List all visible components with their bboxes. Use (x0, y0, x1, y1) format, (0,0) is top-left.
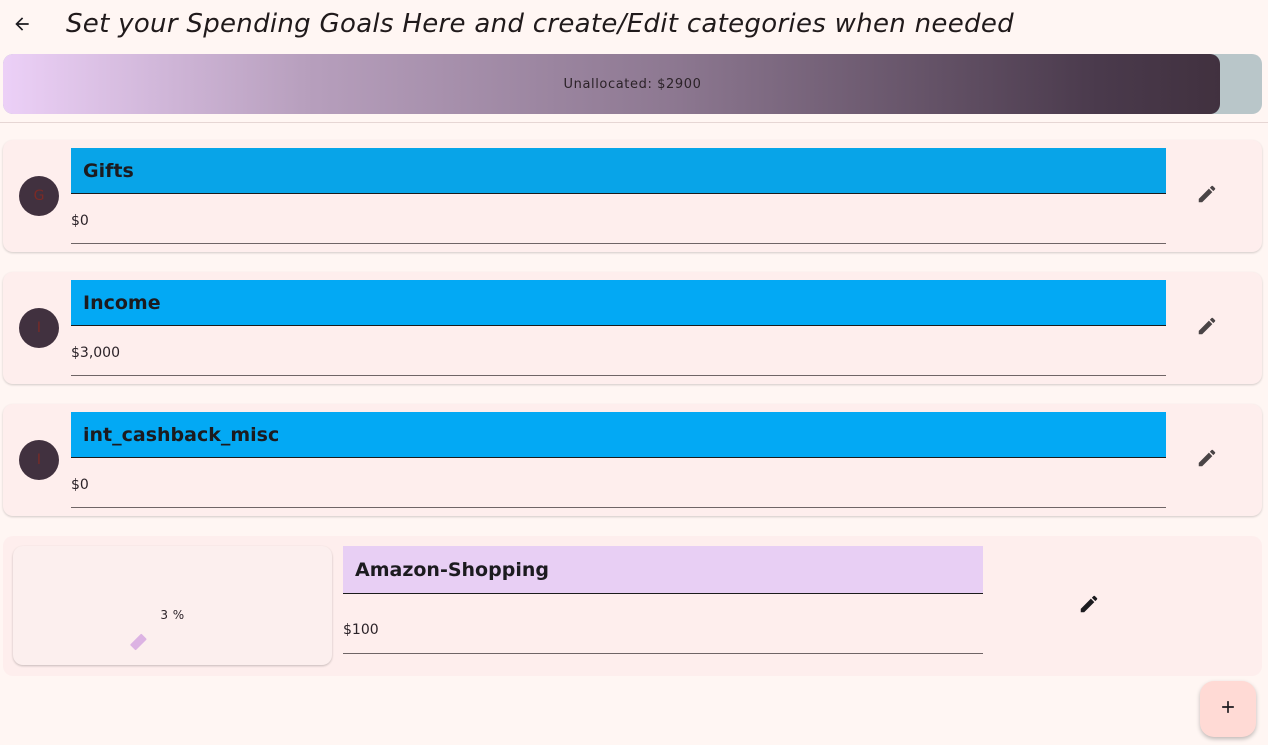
edit-button[interactable] (1193, 182, 1221, 210)
avatar: I (19, 440, 59, 480)
category-amount-field[interactable]: $0 (71, 464, 1166, 508)
avatar: G (19, 176, 59, 216)
category-amount-field[interactable]: $0 (71, 200, 1166, 244)
plus-icon (1218, 697, 1238, 721)
pencil-icon (1196, 183, 1218, 209)
pencil-icon (1196, 315, 1218, 341)
arrow-back-icon (12, 14, 32, 38)
goal-name-field[interactable]: Amazon-Shopping (343, 546, 983, 594)
goal-name: Amazon-Shopping (355, 559, 549, 581)
category-name-field[interactable]: Income (71, 280, 1166, 326)
page-title: Set your Spending Goals Here and create/… (66, 9, 1014, 39)
edit-button[interactable] (1193, 314, 1221, 342)
pencil-icon (1196, 447, 1218, 473)
goal-percent-label: 3 % (160, 608, 185, 622)
divider (0, 122, 1268, 123)
category-amount-field[interactable]: $3,000 (71, 332, 1166, 376)
unallocated-label: Unallocated: $2900 (563, 76, 702, 92)
goal-card-amazon-shopping: 3 % Amazon-Shopping $100 (3, 536, 1262, 676)
category-card-income: I Income $3,000 (3, 272, 1262, 384)
category-name-field[interactable]: int_cashback_misc (71, 412, 1166, 458)
goal-amount: $100 (343, 622, 379, 638)
pencil-icon (1078, 593, 1100, 619)
category-card-int-cashback-misc: I int_cashback_misc $0 (3, 404, 1262, 516)
category-card-gifts: G Gifts $0 (3, 140, 1262, 252)
app-bar: Set your Spending Goals Here and create/… (0, 0, 1268, 52)
goal-progress-gauge (125, 630, 149, 654)
avatar: I (19, 308, 59, 348)
goal-edit-button[interactable] (1075, 592, 1103, 620)
back-button[interactable] (8, 12, 36, 40)
goal-progress-card: 3 % (13, 546, 332, 665)
category-amount: $3,000 (71, 345, 120, 361)
goal-amount-field[interactable]: $100 (343, 606, 983, 654)
category-name-field[interactable]: Gifts (71, 148, 1166, 194)
category-amount: $0 (71, 477, 89, 493)
add-category-button[interactable] (1200, 681, 1256, 737)
category-name: Income (83, 292, 161, 314)
category-amount: $0 (71, 213, 89, 229)
category-name: Gifts (83, 160, 134, 182)
category-name: int_cashback_misc (83, 424, 280, 446)
edit-button[interactable] (1193, 446, 1221, 474)
unallocated-progress-bar: Unallocated: $2900 (3, 54, 1262, 114)
